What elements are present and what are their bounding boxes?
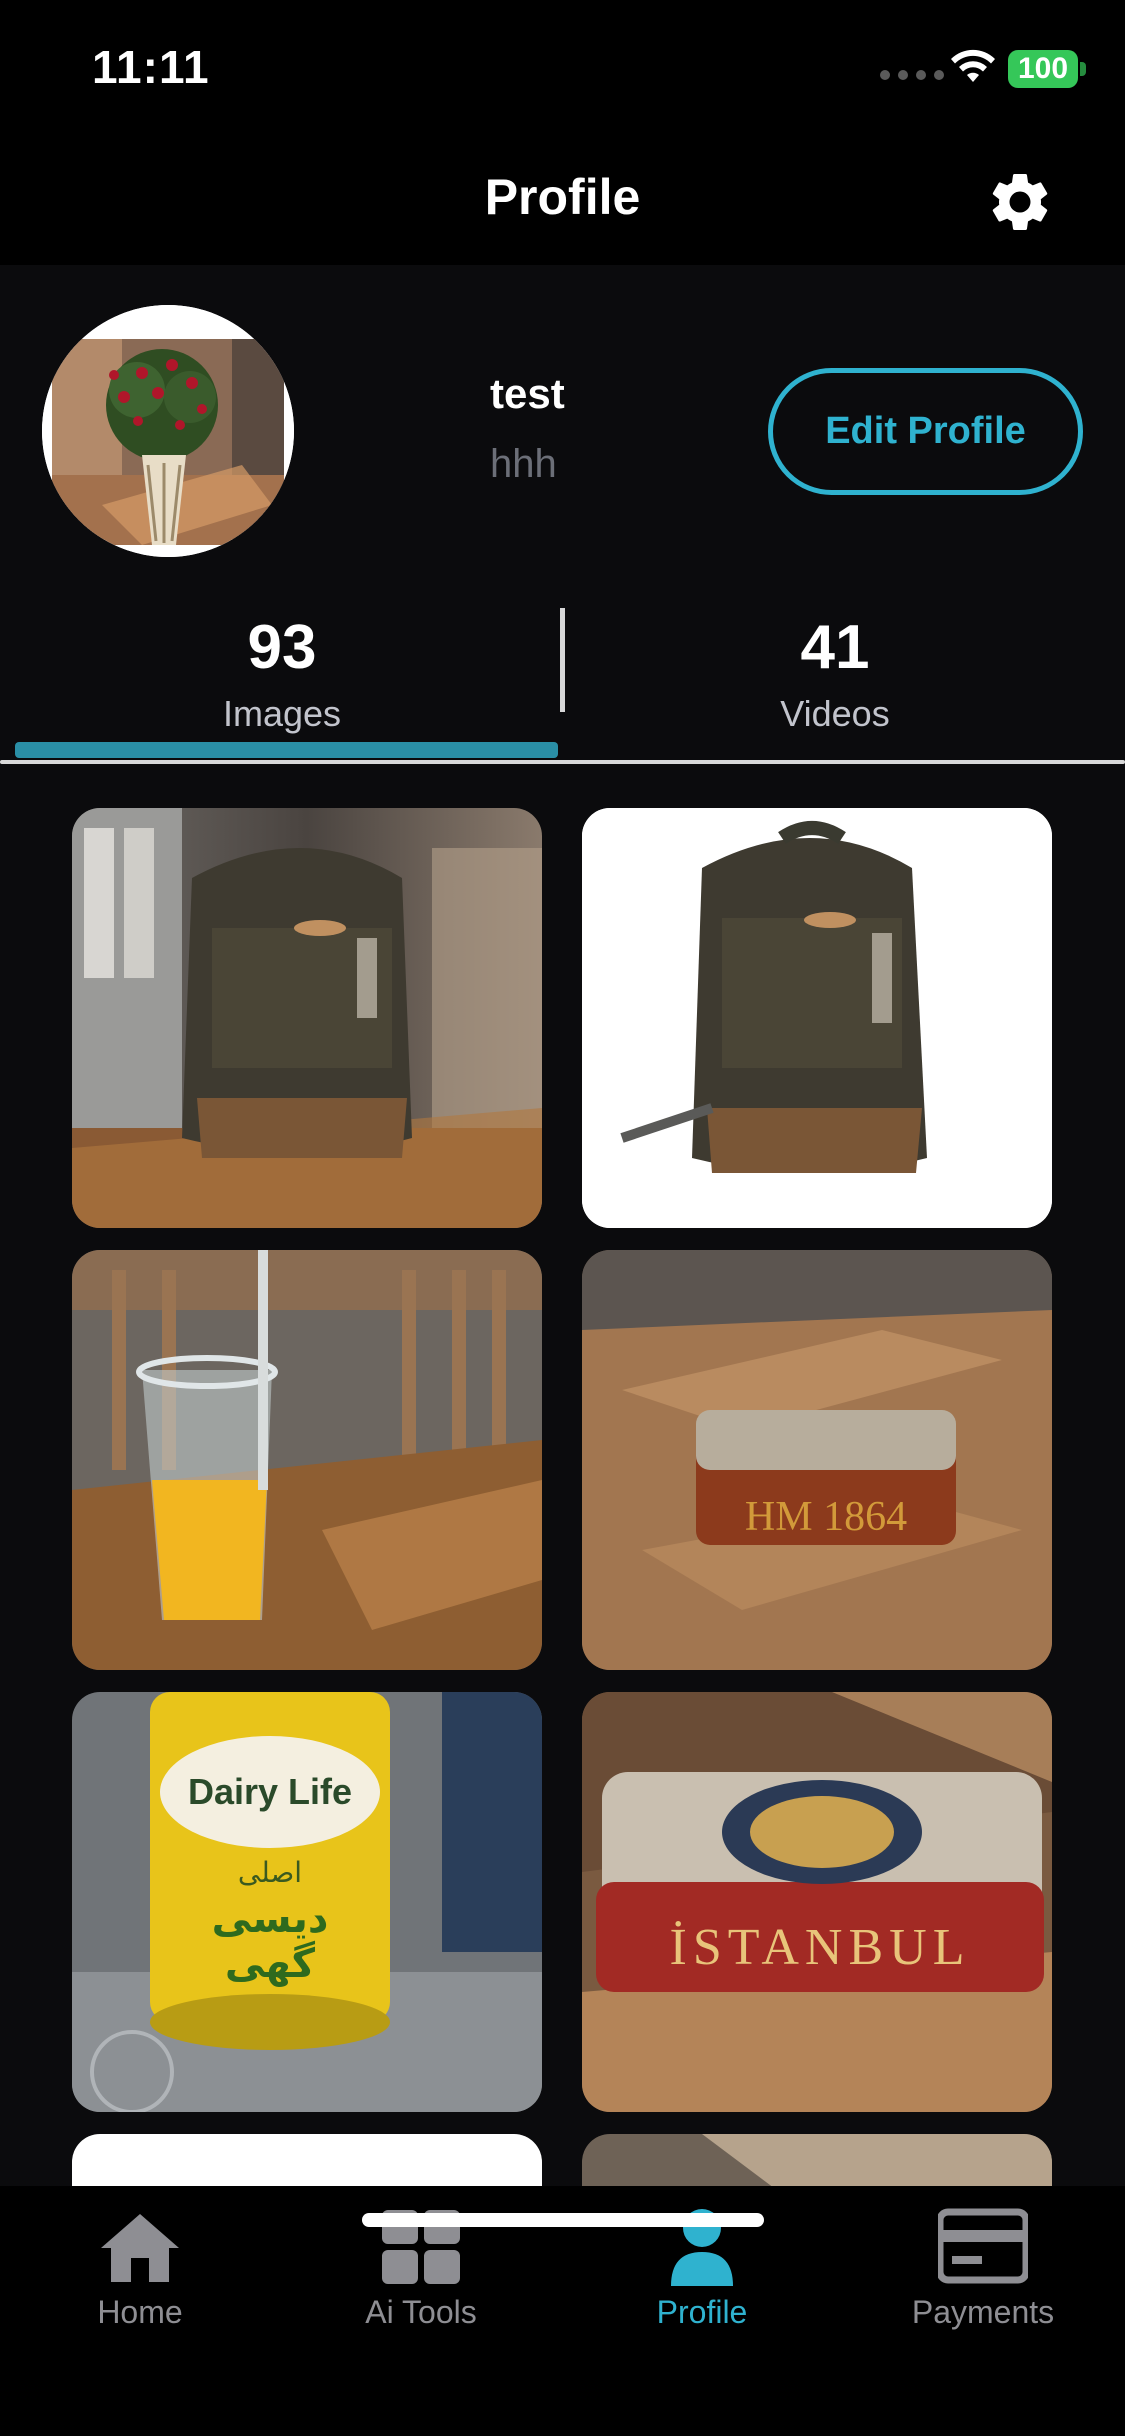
svg-text:Dairy Life: Dairy Life [188, 1771, 352, 1812]
battery-tip [1080, 62, 1086, 76]
edit-profile-button[interactable]: Edit Profile [768, 368, 1083, 495]
nav-home[interactable]: Home [30, 2206, 250, 2356]
image-tile-partial-1[interactable] [72, 2134, 542, 2186]
images-count: 93 [247, 613, 317, 682]
orange-juice-photo [72, 1250, 542, 1670]
image-tile-ghee-can[interactable]: Dairy Life اصلی دیسی گھی [72, 1692, 542, 2112]
user-bio: hhh [490, 442, 557, 486]
status-time: 11:11 [92, 41, 210, 93]
image-tile-tin-box[interactable]: HM 1864 [582, 1250, 1052, 1670]
image-tile-partial-2[interactable] [582, 2134, 1052, 2186]
user-name: test [490, 370, 565, 417]
nav-profile-label: Profile [656, 2294, 748, 2330]
nav-ai-tools[interactable]: Ai Tools [311, 2206, 531, 2356]
image-tile-orange-juice[interactable] [72, 1250, 542, 1670]
image-tile-backpack-scene[interactable] [72, 808, 542, 1228]
active-tab-indicator [15, 742, 558, 758]
avatar-photo [42, 305, 294, 557]
nav-payments[interactable]: Payments [873, 2206, 1093, 2356]
image-tile-istanbul-tin[interactable]: İSTANBUL [582, 1692, 1052, 2112]
tab-images-label: Images [222, 693, 342, 734]
home-indicator[interactable] [362, 2213, 764, 2227]
card-icon [938, 2208, 1028, 2284]
svg-text:دیسی: دیسی [212, 1896, 329, 1942]
media-tabs: 93 Images 41 Videos [0, 600, 1125, 770]
cellular-signal-icon [880, 70, 944, 80]
gear-icon [992, 173, 1048, 230]
nav-payments-label: Payments [911, 2294, 1055, 2330]
tab-videos-label: Videos [780, 693, 890, 734]
svg-text:İSTANBUL: İSTANBUL [670, 1919, 971, 1976]
nav-ai-tools-label: Ai Tools [365, 2294, 477, 2330]
avatar[interactable] [42, 305, 294, 557]
home-icon [101, 2214, 179, 2282]
image-grid: HM 1864 Dairy Life اصلی دیسی گھی İSTANBU… [72, 808, 1052, 2186]
page-title: Profile [484, 169, 641, 225]
nav-profile[interactable]: Profile [592, 2206, 812, 2356]
tin-box-photo: HM 1864 [582, 1250, 1052, 1670]
istanbul-tin-photo: İSTANBUL [582, 1692, 1052, 2112]
settings-button[interactable] [980, 162, 1060, 242]
videos-count: 41 [800, 613, 870, 682]
tab-images[interactable]: 93 Images [12, 600, 552, 760]
svg-text:HM 1864: HM 1864 [745, 1494, 907, 1540]
backpack-cutout-photo [582, 808, 1052, 1228]
svg-text:اصلی: اصلی [238, 1856, 302, 1889]
partial-photo [582, 2134, 1052, 2186]
ghee-can-photo: Dairy Life اصلی دیسی گھی [72, 1692, 542, 2112]
wifi-icon [951, 49, 995, 82]
battery-indicator: 100 [1008, 50, 1078, 88]
nav-home-label: Home [97, 2294, 183, 2330]
backpack-photo [72, 808, 542, 1228]
tab-videos[interactable]: 41 Videos [565, 600, 1105, 760]
profile-screen: 11:11 100 Profile test hhh Edit Profile … [0, 0, 1125, 2436]
status-bar: 11:11 100 [0, 0, 1125, 140]
svg-text:گھی: گھی [225, 1940, 316, 1987]
nav-header: Profile [0, 140, 1125, 265]
tab-baseline [0, 760, 1125, 764]
image-tile-backpack-cutout[interactable] [582, 808, 1052, 1228]
